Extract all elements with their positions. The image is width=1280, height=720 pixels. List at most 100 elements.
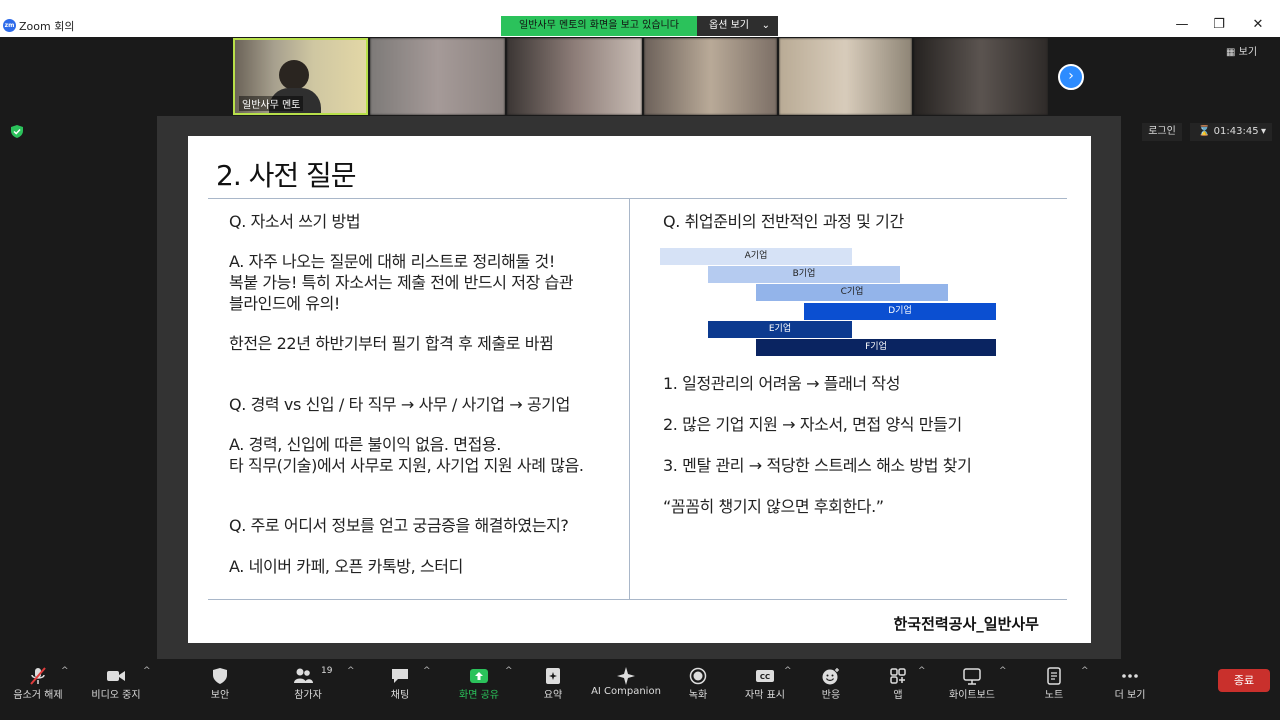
svg-text:CC: CC — [760, 673, 770, 681]
answer-1-line-2: 복붙 가능! 특히 자소서는 제출 전에 반드시 저장 습관 — [229, 273, 574, 292]
end-meeting-button[interactable]: 종료 — [1218, 669, 1270, 692]
participant-thumbnail-strip: 일반사무 멘토 — [233, 38, 1048, 115]
chevron-up-icon[interactable]: ^ — [505, 666, 513, 676]
apps-button[interactable]: 앱 — [874, 659, 922, 720]
chevron-up-icon[interactable]: ^ — [918, 666, 926, 676]
unmute-label: 음소거 해제 — [13, 690, 63, 701]
notes-button[interactable]: 노트 — [1030, 659, 1078, 720]
gantt-bar: E기업 — [708, 320, 852, 338]
stop-video-button[interactable]: 비디오 중지 — [84, 659, 148, 720]
chevron-down-icon: ⌄ — [761, 20, 770, 31]
question-right: Q. 취업준비의 전반적인 과정 및 기간 — [663, 212, 904, 231]
chevron-up-icon[interactable]: ^ — [347, 666, 355, 676]
smiley-icon — [822, 668, 839, 685]
people-icon — [293, 668, 313, 683]
more-label: 더 보기 — [1114, 690, 1146, 701]
question-2: Q. 경력 vs 신입 / 타 직무 → 사무 / 사기업 → 공기업 — [229, 395, 570, 414]
close-icon[interactable]: ✕ — [1246, 14, 1270, 36]
slide-title: 2. 사전 질문 — [216, 159, 357, 192]
title-bar: zm Zoom 회의 일반사무 멘토의 화면을 보고 있습니다 옵션 보기 ⌄ … — [0, 0, 1280, 37]
shield-icon — [213, 668, 227, 684]
whiteboard-button[interactable]: 화이트보드 — [944, 659, 1000, 720]
participant-tile[interactable] — [507, 38, 642, 115]
video-feed — [370, 38, 505, 115]
meeting-timer[interactable]: ⌛ 01:43:45 ▾ — [1190, 123, 1272, 141]
chevron-up-icon[interactable]: ^ — [1081, 666, 1089, 676]
video-feed — [644, 38, 777, 115]
chat-button[interactable]: 채팅 — [376, 659, 424, 720]
security-label: 보안 — [210, 690, 230, 701]
notes-label: 노트 — [1044, 690, 1064, 701]
participants-label: 참가자 — [294, 690, 322, 701]
answer-3: A. 네이버 카페, 오픈 카톡방, 스터디 — [229, 557, 463, 576]
point-3: 3. 멘탈 관리 → 적당한 스트레스 해소 방법 찾기 — [663, 456, 972, 475]
answer-1-line-3: 블라인드에 유의! — [229, 294, 340, 313]
participants-button[interactable]: 19 참가자 — [282, 659, 334, 720]
record-button[interactable]: 녹화 — [674, 659, 722, 720]
chevron-down-icon: ▾ — [1260, 126, 1266, 137]
gantt-bar: B기업 — [708, 266, 900, 284]
more-button[interactable]: 더 보기 — [1106, 659, 1154, 720]
chevron-up-icon[interactable]: ^ — [61, 666, 69, 676]
shared-slide: 2. 사전 질문 Q. 자소서 쓰기 방법 A. 자주 나오는 질문에 대해 리… — [188, 136, 1091, 643]
point-2: 2. 많은 기업 지원 → 자소서, 면접 양식 만들기 — [663, 415, 962, 434]
gantt-bar: A기업 — [660, 248, 852, 265]
grid-icon: ▦ — [1226, 47, 1236, 58]
summary-button[interactable]: 요약 — [529, 659, 577, 720]
question-1: Q. 자소서 쓰기 방법 — [229, 212, 361, 231]
reactions-label: 반응 — [821, 690, 841, 701]
chat-label: 채팅 — [390, 690, 410, 701]
share-screen-label: 화면 공유 — [459, 690, 499, 701]
encryption-shield-icon[interactable] — [11, 125, 23, 138]
reactions-button[interactable]: 반응 — [807, 659, 855, 720]
note-1: 한전은 22년 하반기부터 필기 합격 후 제출로 바뀜 — [229, 334, 554, 353]
screen-share-banner: 일반사무 멘토의 화면을 보고 있습니다 — [501, 16, 697, 36]
organization-footer: 한국전력공사_일반사무 — [893, 615, 1039, 633]
view-options-button[interactable]: 옵션 보기 ⌄ — [697, 16, 778, 36]
next-page-button[interactable]: › — [1058, 64, 1084, 90]
video-feed — [914, 38, 1048, 115]
summary-document-icon — [546, 668, 560, 684]
participant-tile[interactable] — [370, 38, 505, 115]
video-feed — [507, 38, 642, 115]
ai-companion-button[interactable]: AI Companion — [590, 659, 662, 720]
answer-2-line-1: A. 경력, 신입에 따른 불이익 없음. 면접용. — [229, 435, 501, 454]
closed-captions-icon: CC — [756, 670, 774, 682]
chevron-up-icon[interactable]: ^ — [784, 666, 792, 676]
answer-1-line-1: A. 자주 나오는 질문에 대해 리스트로 정리해둘 것! — [229, 252, 555, 271]
view-layout-button[interactable]: ▦ 보기 — [1226, 43, 1257, 58]
share-screen-button[interactable]: 화면 공유 — [451, 659, 507, 720]
participant-tile[interactable] — [779, 38, 912, 115]
gantt-bar: F기업 — [756, 339, 996, 356]
share-screen-icon — [470, 669, 488, 683]
apps-icon — [890, 668, 906, 684]
participant-tile[interactable] — [644, 38, 777, 115]
restore-icon[interactable]: ❐ — [1207, 14, 1231, 36]
participant-tile-mentor[interactable]: 일반사무 멘토 — [233, 38, 368, 115]
quote: “꼼꼼히 챙기지 않으면 후회한다.” — [663, 497, 884, 516]
login-button[interactable]: 로그인 — [1142, 123, 1182, 141]
chevron-up-icon[interactable]: ^ — [423, 666, 431, 676]
record-icon — [689, 667, 707, 685]
gantt-bar: D기업 — [804, 302, 996, 320]
chevron-up-icon[interactable]: ^ — [999, 666, 1007, 676]
whiteboard-icon — [963, 668, 981, 685]
more-dots-icon — [1122, 674, 1138, 678]
hourglass-icon: ⌛ — [1198, 126, 1211, 137]
chevron-up-icon[interactable]: ^ — [143, 666, 151, 676]
title-divider — [208, 198, 1067, 199]
ai-companion-label: AI Companion — [591, 686, 661, 697]
view-layout-label: 보기 — [1238, 47, 1258, 58]
view-options-label: 옵션 보기 — [709, 20, 749, 31]
notes-icon — [1047, 667, 1061, 685]
minimize-icon[interactable]: — — [1170, 14, 1194, 36]
elapsed-time: 01:43:45 — [1213, 126, 1259, 137]
video-camera-icon — [107, 671, 125, 681]
security-button[interactable]: 보안 — [196, 659, 244, 720]
meeting-toolbar: 음소거 해제 ^ 비디오 중지 ^ 보안 19 참가자 ^ 채팅 ^ 화면 공유… — [0, 659, 1280, 720]
window-title: Zoom 회의 — [19, 20, 75, 33]
participant-name: 일반사무 멘토 — [239, 96, 304, 111]
participant-tile[interactable] — [914, 38, 1048, 115]
point-1: 1. 일정관리의 어려움 → 플래너 작성 — [663, 374, 901, 393]
column-divider — [629, 198, 630, 599]
